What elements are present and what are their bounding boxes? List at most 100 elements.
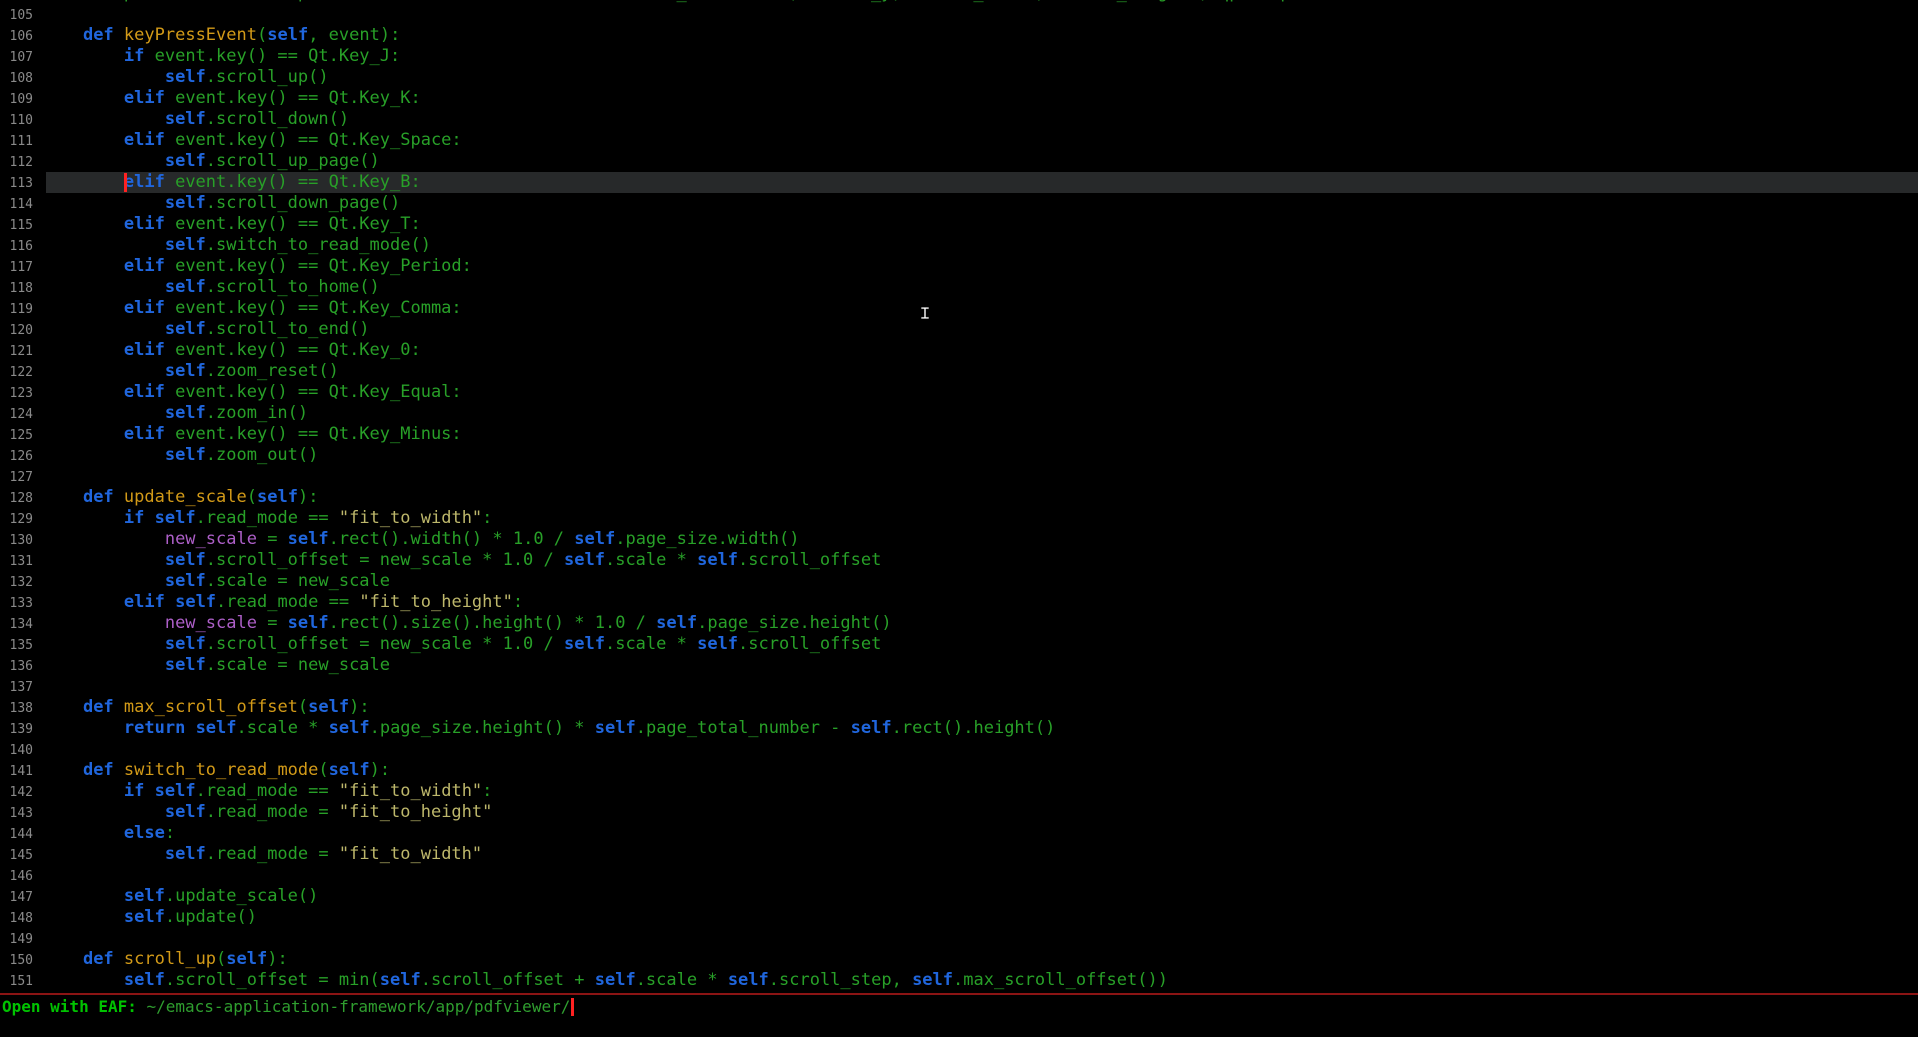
line-number: 134	[0, 614, 33, 635]
code-line[interactable]: 110 self.scroll_down()	[0, 109, 1918, 130]
code-line[interactable]: 132 self.scale = new_scale	[0, 571, 1918, 592]
code-line-text: new_scale = self.rect().width() * 1.0 / …	[42, 529, 799, 549]
code-line-text: self.zoom_reset()	[42, 361, 339, 381]
code-line[interactable]: 109 elif event.key() == Qt.Key_K:	[0, 88, 1918, 109]
code-line[interactable]: 114 self.scroll_down_page()	[0, 193, 1918, 214]
line-number: 137	[0, 677, 33, 698]
code-line-text: if self.read_mode == "fit_to_width":	[42, 508, 492, 528]
line-number: 148	[0, 908, 33, 929]
code-line[interactable]: 149	[0, 928, 1918, 949]
code-line-text: elif event.key() == Qt.Key_Comma:	[42, 298, 462, 318]
code-line-text: elif event.key() == Qt.Key_B:	[42, 172, 421, 192]
code-line[interactable]: 120 self.scroll_to_end()	[0, 319, 1918, 340]
line-number: 131	[0, 551, 33, 572]
code-line[interactable]: 136 self.scale = new_scale	[0, 655, 1918, 676]
line-number: 114	[0, 194, 33, 215]
line-number: 132	[0, 572, 33, 593]
code-line[interactable]: 145 self.read_mode = "fit_to_width"	[0, 844, 1918, 865]
code-line[interactable]: 139 return self.scale * self.page_size.h…	[0, 718, 1918, 739]
code-line[interactable]: 106 def keyPressEvent(self, event):	[0, 25, 1918, 46]
code-line-text: painter.drawPixmap(QRect((self.rect().wi…	[42, 0, 1301, 3]
code-line[interactable]: 134 new_scale = self.rect().size().heigh…	[0, 613, 1918, 634]
code-line[interactable]: 122 self.zoom_reset()	[0, 361, 1918, 382]
minibuffer[interactable]: Open with EAF: ~/emacs-application-frame…	[2, 996, 574, 1018]
code-line[interactable]: 108 self.scroll_up()	[0, 67, 1918, 88]
code-line[interactable]: 117 elif event.key() == Qt.Key_Period:	[0, 256, 1918, 277]
code-line-text: self.scroll_to_home()	[42, 277, 380, 297]
code-line-text: self.scroll_up()	[42, 67, 329, 87]
code-line[interactable]: 124 self.zoom_in()	[0, 403, 1918, 424]
code-line[interactable]: 146	[0, 865, 1918, 886]
code-line-text: elif event.key() == Qt.Key_T:	[42, 214, 421, 234]
code-line-text: def switch_to_read_mode(self):	[42, 760, 390, 780]
code-line-text: self.scale = new_scale	[42, 571, 390, 591]
code-line[interactable]: 130 new_scale = self.rect().width() * 1.…	[0, 529, 1918, 550]
code-buffer[interactable]: painter.drawPixmap(QRect((self.rect().wi…	[0, 0, 1918, 991]
line-number: 151	[0, 971, 33, 992]
code-line[interactable]: 141 def switch_to_read_mode(self):	[0, 760, 1918, 781]
code-line[interactable]: 131 self.scroll_offset = new_scale * 1.0…	[0, 550, 1918, 571]
code-line-text: elif event.key() == Qt.Key_0:	[42, 340, 421, 360]
code-line[interactable]: 133 elif self.read_mode == "fit_to_heigh…	[0, 592, 1918, 613]
code-line[interactable]: 123 elif event.key() == Qt.Key_Equal:	[0, 382, 1918, 403]
minibuffer-input[interactable]: ~/emacs-application-framework/app/pdfvie…	[147, 997, 571, 1016]
line-number: 107	[0, 47, 33, 68]
code-line-text: elif event.key() == Qt.Key_K:	[42, 88, 421, 108]
code-line[interactable]: 126 self.zoom_out()	[0, 445, 1918, 466]
code-line[interactable]: 143 self.read_mode = "fit_to_height"	[0, 802, 1918, 823]
line-number: 116	[0, 236, 33, 257]
code-line[interactable]: 107 if event.key() == Qt.Key_J:	[0, 46, 1918, 67]
code-line[interactable]: 119 elif event.key() == Qt.Key_Comma:	[0, 298, 1918, 319]
code-line[interactable]: 116 self.switch_to_read_mode()	[0, 235, 1918, 256]
code-line-text: self.scroll_down()	[42, 109, 349, 129]
line-number: 121	[0, 341, 33, 362]
code-line[interactable]: 112 self.scroll_up_page()	[0, 151, 1918, 172]
modeline-separator	[0, 993, 1918, 995]
code-line[interactable]: 129 if self.read_mode == "fit_to_width":	[0, 508, 1918, 529]
line-number: 142	[0, 782, 33, 803]
code-line[interactable]: 105	[0, 4, 1918, 25]
code-line[interactable]: 135 self.scroll_offset = new_scale * 1.0…	[0, 634, 1918, 655]
code-line[interactable]: 150 def scroll_up(self):	[0, 949, 1918, 970]
code-line-text: if self.read_mode == "fit_to_width":	[42, 781, 492, 801]
line-number: 105	[0, 5, 33, 26]
code-line[interactable]: 137	[0, 676, 1918, 697]
code-line-text: return self.scale * self.page_size.heigh…	[42, 718, 1055, 738]
code-line[interactable]: 121 elif event.key() == Qt.Key_0:	[0, 340, 1918, 361]
code-line[interactable]: 142 if self.read_mode == "fit_to_width":	[0, 781, 1918, 802]
line-number: 125	[0, 425, 33, 446]
code-line-text: elif event.key() == Qt.Key_Period:	[42, 256, 472, 276]
code-line[interactable]: 127	[0, 466, 1918, 487]
line-number: 133	[0, 593, 33, 614]
line-number: 115	[0, 215, 33, 236]
code-line-text: elif event.key() == Qt.Key_Minus:	[42, 424, 462, 444]
code-line[interactable]: 125 elif event.key() == Qt.Key_Minus:	[0, 424, 1918, 445]
code-line[interactable]: 151 self.scroll_offset = min(self.scroll…	[0, 970, 1918, 991]
code-line-text: new_scale = self.rect().size().height() …	[42, 613, 892, 633]
code-line[interactable]: 115 elif event.key() == Qt.Key_T:	[0, 214, 1918, 235]
tray-status: (1, 59)Top[2018-06-28]22:12Thursday	[1633, 1017, 1918, 1037]
line-number: 108	[0, 68, 33, 89]
line-number: 149	[0, 929, 33, 950]
line-number: 146	[0, 866, 33, 887]
code-line[interactable]: 147 self.update_scale()	[0, 886, 1918, 907]
line-number: 120	[0, 320, 33, 341]
code-line[interactable]: 128 def update_scale(self):	[0, 487, 1918, 508]
line-number: 138	[0, 698, 33, 719]
code-line[interactable]: 113 elif event.key() == Qt.Key_B:	[0, 172, 1918, 193]
line-number: 140	[0, 740, 33, 761]
line-number: 144	[0, 824, 33, 845]
code-line[interactable]: 118 self.scroll_to_home()	[0, 277, 1918, 298]
code-line-text: self.update()	[42, 907, 257, 927]
code-line-text: elif self.read_mode == "fit_to_height":	[42, 592, 523, 612]
code-line[interactable]: 111 elif event.key() == Qt.Key_Space:	[0, 130, 1918, 151]
code-line[interactable]: 144 else:	[0, 823, 1918, 844]
code-line[interactable]: 138 def max_scroll_offset(self):	[0, 697, 1918, 718]
code-line[interactable]: 140	[0, 739, 1918, 760]
line-number: 130	[0, 530, 33, 551]
code-line[interactable]: 148 self.update()	[0, 907, 1918, 928]
line-number: 128	[0, 488, 33, 509]
line-number: 136	[0, 656, 33, 677]
line-number: 126	[0, 446, 33, 467]
code-line-text: self.zoom_out()	[42, 445, 318, 465]
